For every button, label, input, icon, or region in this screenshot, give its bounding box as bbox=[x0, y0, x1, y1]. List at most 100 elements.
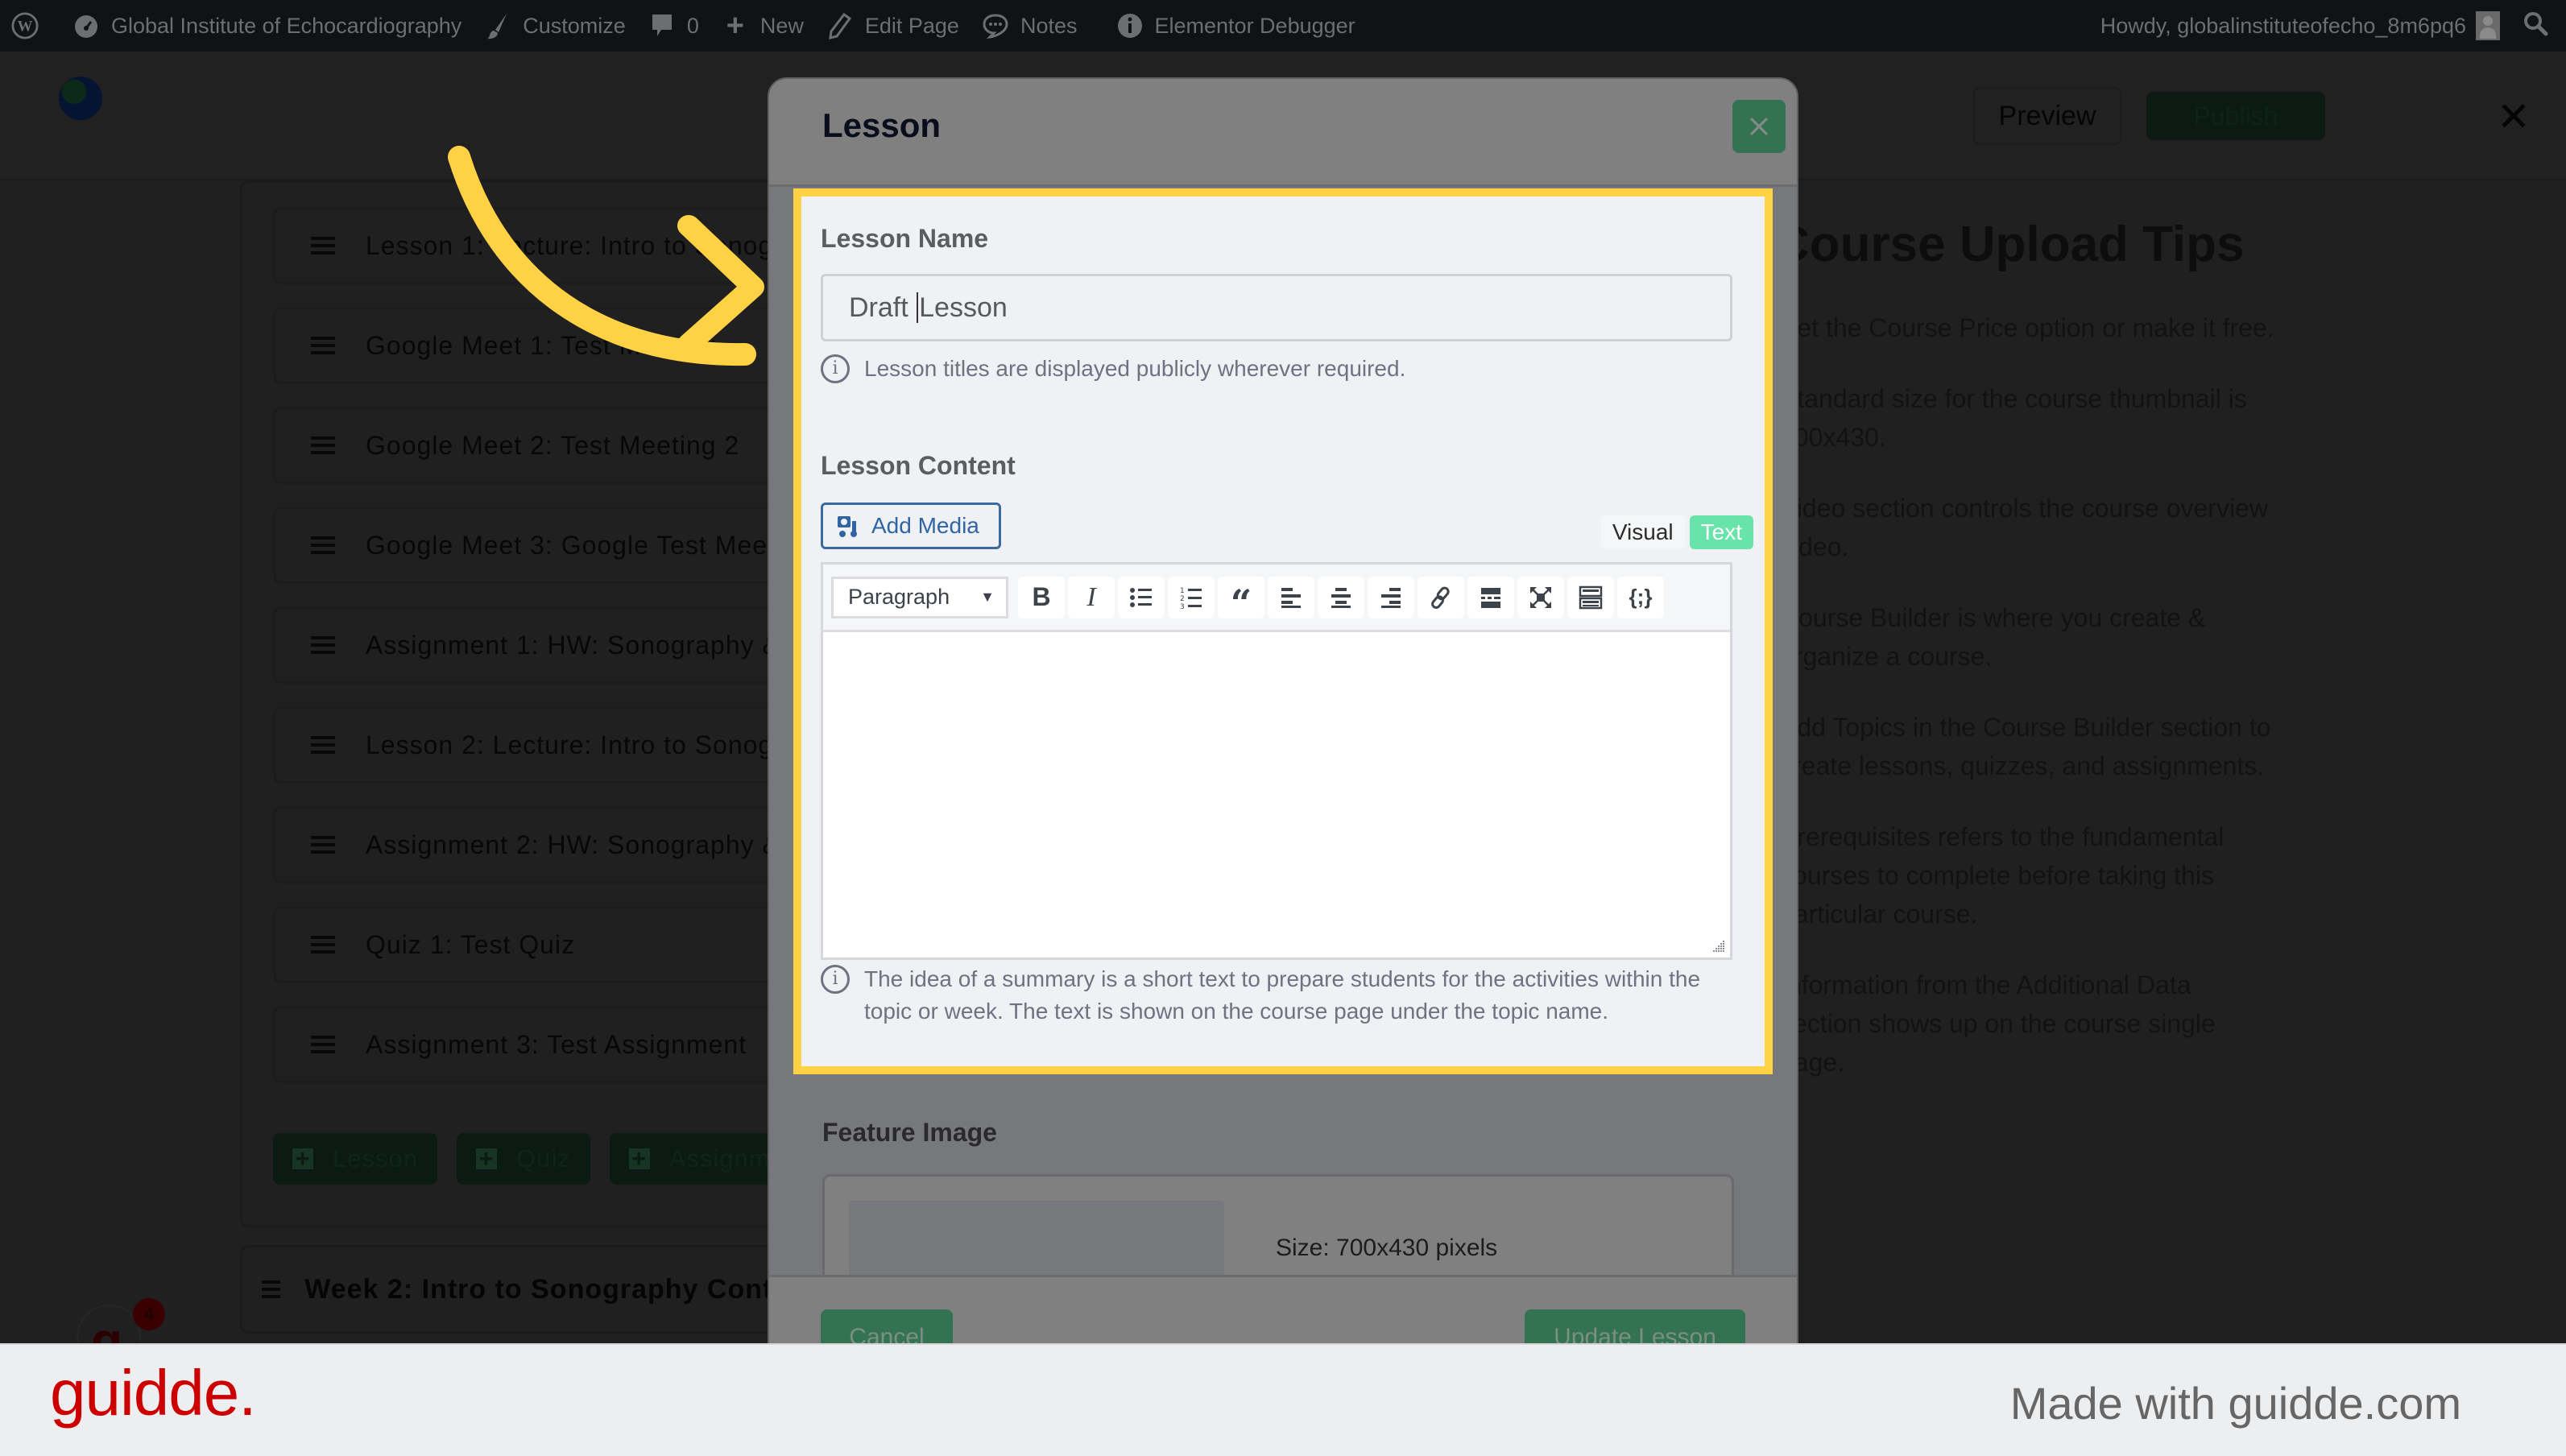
notification-count-badge: 4 bbox=[133, 1298, 165, 1330]
blockquote-icon: “ bbox=[1230, 581, 1252, 625]
bold-button[interactable]: B bbox=[1018, 576, 1065, 618]
lesson-name-hint: i Lesson titles are displayed publicly w… bbox=[821, 353, 1405, 385]
wp-logo-button[interactable]: W bbox=[0, 0, 61, 52]
lesson-content-editor: Paragraph ▼ B I 123 “ {;} bbox=[821, 562, 1732, 960]
svg-text:W: W bbox=[18, 19, 33, 35]
add-lesson-button[interactable]: + Lesson bbox=[273, 1133, 437, 1185]
info-icon: i bbox=[821, 354, 850, 383]
bulleted-list-button[interactable] bbox=[1118, 576, 1165, 618]
drag-handle-icon[interactable] bbox=[262, 1276, 281, 1302]
edit-page-link[interactable]: Edit Page bbox=[815, 0, 971, 52]
modal-header: Lesson bbox=[769, 79, 1797, 187]
elementor-debugger-link[interactable]: Elementor Debugger bbox=[1105, 0, 1367, 52]
pencil-icon bbox=[826, 12, 854, 39]
speech-bubble-icon bbox=[982, 12, 1009, 39]
tip-item: Standard size for the course thumbnail i… bbox=[1780, 384, 2247, 452]
bulleted-list-icon bbox=[1130, 587, 1152, 607]
text-caret bbox=[917, 292, 919, 323]
course-upload-tips: Course Upload Tips Set the Course Price … bbox=[1773, 216, 2344, 1082]
site-name-link[interactable]: Global Institute of Echocardiography bbox=[61, 0, 473, 52]
editor-content-area[interactable] bbox=[823, 632, 1730, 922]
align-left-button[interactable] bbox=[1268, 576, 1314, 618]
site-logo[interactable] bbox=[59, 77, 102, 120]
add-media-button[interactable]: Add Media bbox=[821, 503, 1001, 549]
drag-handle-icon[interactable] bbox=[311, 632, 335, 658]
comments-link[interactable]: 0 bbox=[637, 0, 710, 52]
add-quiz-label: Quiz bbox=[515, 1144, 571, 1173]
drag-handle-icon[interactable] bbox=[311, 932, 335, 958]
lesson-content-label: Lesson Content bbox=[821, 451, 1016, 480]
italic-button[interactable]: I bbox=[1068, 576, 1115, 618]
customize-label: Customize bbox=[523, 13, 626, 38]
tab-text[interactable]: Text bbox=[1689, 515, 1753, 549]
read-more-button[interactable] bbox=[1467, 576, 1514, 618]
close-icon bbox=[1749, 117, 1769, 136]
drag-handle-icon[interactable] bbox=[311, 832, 335, 858]
edit-page-label: Edit Page bbox=[864, 13, 959, 38]
fullscreen-icon bbox=[1530, 586, 1551, 608]
tab-visual[interactable]: Visual bbox=[1600, 515, 1685, 549]
numbered-list-button[interactable]: 123 bbox=[1168, 576, 1215, 618]
tip-item: Course Builder is where you create & org… bbox=[1780, 603, 2206, 671]
publish-button[interactable]: Publish bbox=[2146, 92, 2325, 140]
bold-icon: B bbox=[1032, 582, 1051, 611]
tip-item: Information from the Additional Data sec… bbox=[1780, 970, 2216, 1077]
add-quiz-button[interactable]: + Quiz bbox=[456, 1133, 590, 1185]
admin-search-button[interactable] bbox=[2511, 0, 2566, 52]
drag-handle-icon[interactable] bbox=[311, 333, 335, 358]
svg-text:1: 1 bbox=[1180, 587, 1185, 595]
customize-link[interactable]: Customize bbox=[473, 0, 637, 52]
insert-link-button[interactable] bbox=[1418, 576, 1464, 618]
highlighted-region: Lesson Name Draft Lesson i Lesson titles… bbox=[793, 188, 1773, 1074]
comments-count: 0 bbox=[686, 13, 699, 38]
new-label: New bbox=[759, 13, 804, 38]
plus-icon: + bbox=[628, 1144, 650, 1173]
builder-item-label: Google Meet 3: Google Test Meeting bbox=[366, 530, 813, 560]
builder-item-label: Google Meet 2: Test Meeting 2 bbox=[366, 430, 740, 460]
tip-item: Set the Course Price option or make it f… bbox=[1780, 313, 2274, 342]
modal-close-button[interactable] bbox=[1732, 100, 1786, 153]
editor-toolbar: Paragraph ▼ B I 123 “ {;} bbox=[823, 565, 1730, 632]
lesson-modal: Lesson Lesson Name Draft Lesson i Lesson… bbox=[768, 77, 1798, 1366]
align-left-icon bbox=[1281, 587, 1301, 608]
italic-icon: I bbox=[1086, 581, 1096, 612]
format-select[interactable]: Paragraph ▼ bbox=[831, 576, 1008, 618]
topic-week-2[interactable]: Week 2: Intro to Sonography Continued bbox=[240, 1245, 852, 1334]
info-icon: i bbox=[821, 965, 850, 994]
drag-handle-icon[interactable] bbox=[311, 233, 335, 259]
plus-icon: + bbox=[726, 8, 744, 43]
resize-handle-icon[interactable] bbox=[1711, 938, 1725, 953]
tip-item: Prerequisites refers to the fundamental … bbox=[1780, 822, 2225, 929]
preview-button[interactable]: Preview bbox=[1973, 87, 2121, 145]
fullscreen-button[interactable] bbox=[1517, 576, 1564, 618]
drag-handle-icon[interactable] bbox=[311, 1032, 335, 1057]
notes-label: Notes bbox=[1020, 13, 1078, 38]
feature-image-size: Size: 700x430 pixels bbox=[1276, 1235, 1498, 1261]
lesson-name-text-before: Draft bbox=[849, 292, 917, 323]
numbered-list-icon: 123 bbox=[1180, 587, 1202, 610]
guidde-logo: guidde. bbox=[50, 1357, 256, 1429]
builder-item-label: Google Meet 1: Test Meeting bbox=[366, 330, 717, 360]
blockquote-button[interactable]: “ bbox=[1218, 576, 1264, 622]
user-account-menu[interactable]: Howdy, globalinstituteofecho_8m6pq6 bbox=[2089, 0, 2511, 52]
wordpress-icon: W bbox=[11, 12, 39, 39]
notes-link[interactable]: Notes bbox=[971, 0, 1089, 52]
align-center-button[interactable] bbox=[1318, 576, 1364, 618]
close-editor-icon[interactable]: ✕ bbox=[2497, 93, 2531, 140]
media-camera-icon bbox=[838, 516, 857, 537]
made-with-guidde: Made with guidde.com bbox=[2009, 1378, 2461, 1429]
lesson-name-label: Lesson Name bbox=[821, 224, 989, 253]
tip-item: Video section controls the course overvi… bbox=[1780, 494, 2268, 561]
new-content-link[interactable]: + New bbox=[710, 0, 815, 52]
align-right-button[interactable] bbox=[1368, 576, 1414, 618]
drag-handle-icon[interactable] bbox=[311, 432, 335, 458]
code-snippet-button[interactable]: {;} bbox=[1617, 576, 1664, 618]
modal-title: Lesson bbox=[822, 106, 942, 144]
link-icon bbox=[1431, 586, 1450, 609]
summary-hint-text: The idea of a summary is a short text to… bbox=[864, 966, 1701, 1024]
toolbar-toggle-button[interactable] bbox=[1567, 576, 1614, 618]
lesson-name-input[interactable]: Draft Lesson bbox=[821, 274, 1732, 341]
drag-handle-icon[interactable] bbox=[311, 532, 335, 558]
screen: W Global Institute of Echocardiography C… bbox=[0, 0, 2566, 1456]
drag-handle-icon[interactable] bbox=[311, 732, 335, 758]
